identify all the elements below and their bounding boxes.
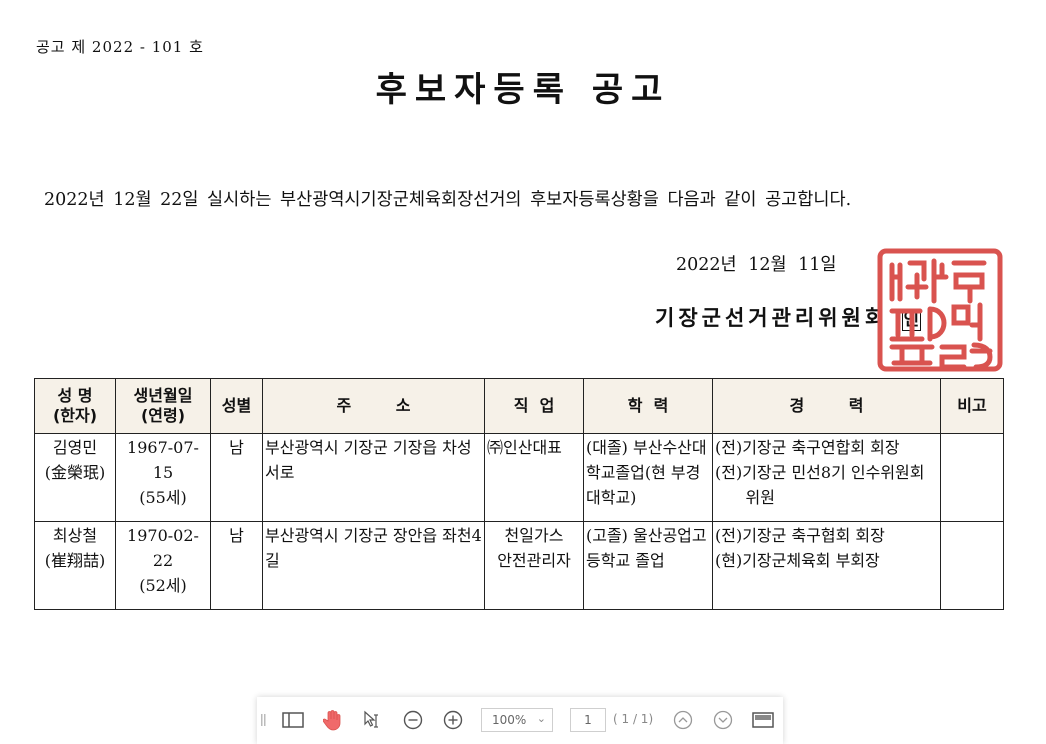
zoom-level-value: 100% (492, 713, 527, 727)
chevron-down-icon: ⌄ (536, 712, 546, 725)
committee-label: 기장군선거관리위원회 (655, 305, 889, 330)
table-row: 김영민 (金榮珉) 1967-07-15 (55세) 남 부산광역시 기장군 기… (34, 433, 1004, 522)
previous-page-icon[interactable] (671, 709, 695, 731)
header-note: 비고 (940, 378, 1004, 434)
page-count: ( 1 / 1) (613, 712, 654, 726)
candidate-name: 김영민 (金榮珉) (34, 433, 116, 522)
header-address: 주 소 (262, 378, 485, 434)
pdf-viewer-toolbar: 100% ⌄ 1 ( 1 / 1) (257, 697, 783, 744)
candidate-birthdate: 1967-07-15 (55세) (115, 433, 211, 522)
candidate-education: (대졸) 부산수산대학교졸업(현 부경대학교) (583, 433, 713, 522)
header-gender: 성별 (210, 378, 263, 434)
candidate-address: 부산광역시 기장군 기장읍 차성서로 (262, 433, 485, 522)
notice-number: 공고 제 2022 - 101 호 (36, 38, 204, 56)
header-career: 경 력 (712, 378, 941, 434)
header-occupation: 직 업 (484, 378, 584, 434)
candidate-name: 최상철 (崔翔喆) (34, 521, 116, 610)
notice-intro: 2022년 12월 22일 실시하는 부산광역시기장군체육회장선거의 후보자등록… (44, 190, 852, 210)
candidate-career: (전)기장군 축구연합회 회장 (전)기장군 민선8기 인수위원회 위원 (712, 433, 941, 522)
toolbar-grip-icon[interactable] (261, 709, 267, 731)
candidate-occupation: 천일가스 안전관리자 (484, 521, 584, 610)
official-seal-stamp (877, 248, 1003, 372)
document-title: 후보자등록 공고 (375, 70, 671, 110)
header-education: 학 력 (583, 378, 713, 434)
notice-date: 2022년 12월 11일 (676, 255, 837, 275)
table-row: 최상철 (崔翔喆) 1970-02-22 (52세) 남 부산광역시 기장군 장… (34, 521, 1004, 610)
page-number-input[interactable]: 1 (570, 708, 606, 732)
zoom-level-select[interactable]: 100% ⌄ (481, 708, 553, 732)
candidate-address: 부산광역시 기장군 장안읍 좌천4길 (262, 521, 485, 610)
header-name: 성 명 (한자) (34, 378, 116, 434)
candidate-note (940, 433, 1004, 522)
zoom-in-icon[interactable] (441, 709, 465, 731)
table-header-row: 성 명 (한자) 생년월일 (연령) 성별 주 소 직 업 학 력 경 력 비고 (34, 378, 1004, 434)
candidate-education: (고졸) 울산공업고등학교 졸업 (583, 521, 713, 610)
candidate-gender: 남 (210, 433, 263, 522)
candidate-gender: 남 (210, 521, 263, 610)
header-birthdate: 생년월일 (연령) (115, 378, 211, 434)
candidate-career: (전)기장군 축구협회 회장 (현)기장군체육회 부회장 (712, 521, 941, 610)
hand-tool-icon[interactable] (321, 709, 345, 731)
presentation-icon[interactable] (751, 709, 775, 731)
next-page-icon[interactable] (711, 709, 735, 731)
candidate-table: 성 명 (한자) 생년월일 (연령) 성별 주 소 직 업 학 력 경 력 비고… (34, 378, 1004, 610)
sidebar-toggle-icon[interactable] (281, 709, 305, 731)
candidate-occupation: ㈜인산대표 (484, 433, 584, 522)
candidate-note (940, 521, 1004, 610)
select-tool-icon[interactable] (361, 709, 385, 731)
zoom-out-icon[interactable] (401, 709, 425, 731)
candidate-birthdate: 1970-02-22 (52세) (115, 521, 211, 610)
